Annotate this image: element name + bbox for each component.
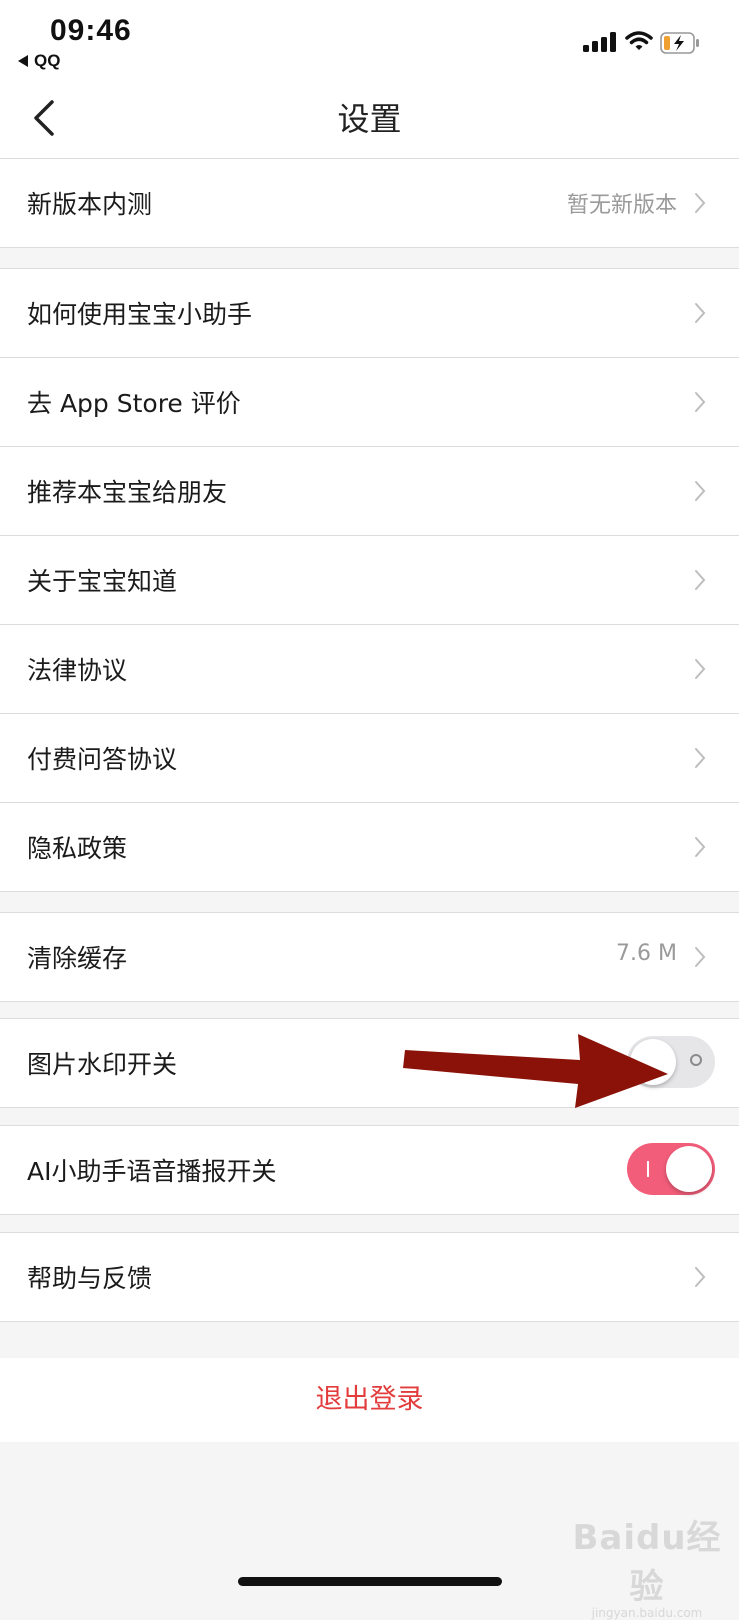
status-bar: 09:46 QQ [0,0,739,80]
logout-button[interactable]: 退出登录 [0,1358,739,1442]
row-label: 隐私政策 [27,834,128,863]
battery-charging-icon [660,32,699,54]
back-triangle-icon [18,55,28,67]
row-label: 清除缓存 [27,944,128,973]
list-item-legal[interactable]: 法律协议 [0,625,739,714]
beta-test-row[interactable]: 新版本内测 暂无新版本 [0,159,739,247]
row-label: 新版本内测 [27,190,153,219]
chevron-right-icon [695,659,706,679]
list-item-how-to-use[interactable]: 如何使用宝宝小助手 [0,269,739,358]
page-title: 设置 [337,100,402,138]
toggle-on-indicator-icon [647,1161,649,1177]
toggle-off-indicator-icon [690,1054,702,1066]
voice-switch-group: AI小助手语音播报开关 [0,1125,739,1215]
chevron-right-icon [695,837,706,857]
chevron-right-icon [695,748,706,768]
nav-bar: 设置 [0,80,739,159]
voice-broadcast-toggle[interactable] [627,1143,715,1195]
chevron-right-icon [695,947,706,967]
signal-icon [583,32,616,52]
watermark-text: Baidu经验 [572,1518,722,1607]
cache-size-value: 7.6 M [616,941,677,966]
home-indicator[interactable] [238,1577,502,1586]
row-label: 付费问答协议 [27,745,178,774]
cache-group: 清除缓存 7.6 M [0,912,739,1002]
back-app-label: QQ [34,51,61,70]
chevron-right-icon [695,481,706,501]
row-label: 图片水印开关 [27,1050,178,1079]
row-label: 推荐本宝宝给朋友 [27,478,228,507]
list-item-rate-app-store[interactable]: 去 App Store 评价 [0,358,739,447]
wifi-icon [625,31,653,50]
row-label: 法律协议 [27,656,128,685]
list-item-recommend[interactable]: 推荐本宝宝给朋友 [0,447,739,536]
list-item-paid-qa[interactable]: 付费问答协议 [0,714,739,803]
back-to-app-link[interactable]: QQ [18,51,60,71]
row-label: AI小助手语音播报开关 [27,1157,277,1186]
info-group: 如何使用宝宝小助手 去 App Store 评价 推荐本宝宝给朋友 关于宝宝知道… [0,268,739,892]
chevron-right-icon [695,1267,706,1287]
voice-switch-row: AI小助手语音播报开关 [0,1126,739,1214]
row-value: 暂无新版本 [566,193,677,218]
chevron-right-icon [695,193,706,213]
baidu-jingyan-watermark: Baidu经验 jingyan.baidu.com [555,1510,739,1620]
row-label: 帮助与反馈 [27,1264,153,1293]
list-item-privacy[interactable]: 隐私政策 [0,803,739,891]
watermark-url: jingyan.baidu.com [591,1606,703,1620]
chevron-right-icon [695,392,706,412]
clear-cache-row[interactable]: 清除缓存 7.6 M [0,913,739,1001]
chevron-right-icon [695,570,706,590]
row-label: 去 App Store 评价 [27,389,241,418]
annotation-arrow-icon [403,1034,668,1108]
status-time: 09:46 [50,14,132,47]
beta-group: 新版本内测 暂无新版本 [0,158,739,248]
list-item-about[interactable]: 关于宝宝知道 [0,536,739,625]
row-label: 关于宝宝知道 [27,567,178,596]
toggle-knob [666,1146,712,1192]
help-feedback-row[interactable]: 帮助与反馈 [0,1233,739,1321]
row-label: 如何使用宝宝小助手 [27,300,253,329]
help-group: 帮助与反馈 [0,1232,739,1322]
chevron-right-icon [695,303,706,323]
